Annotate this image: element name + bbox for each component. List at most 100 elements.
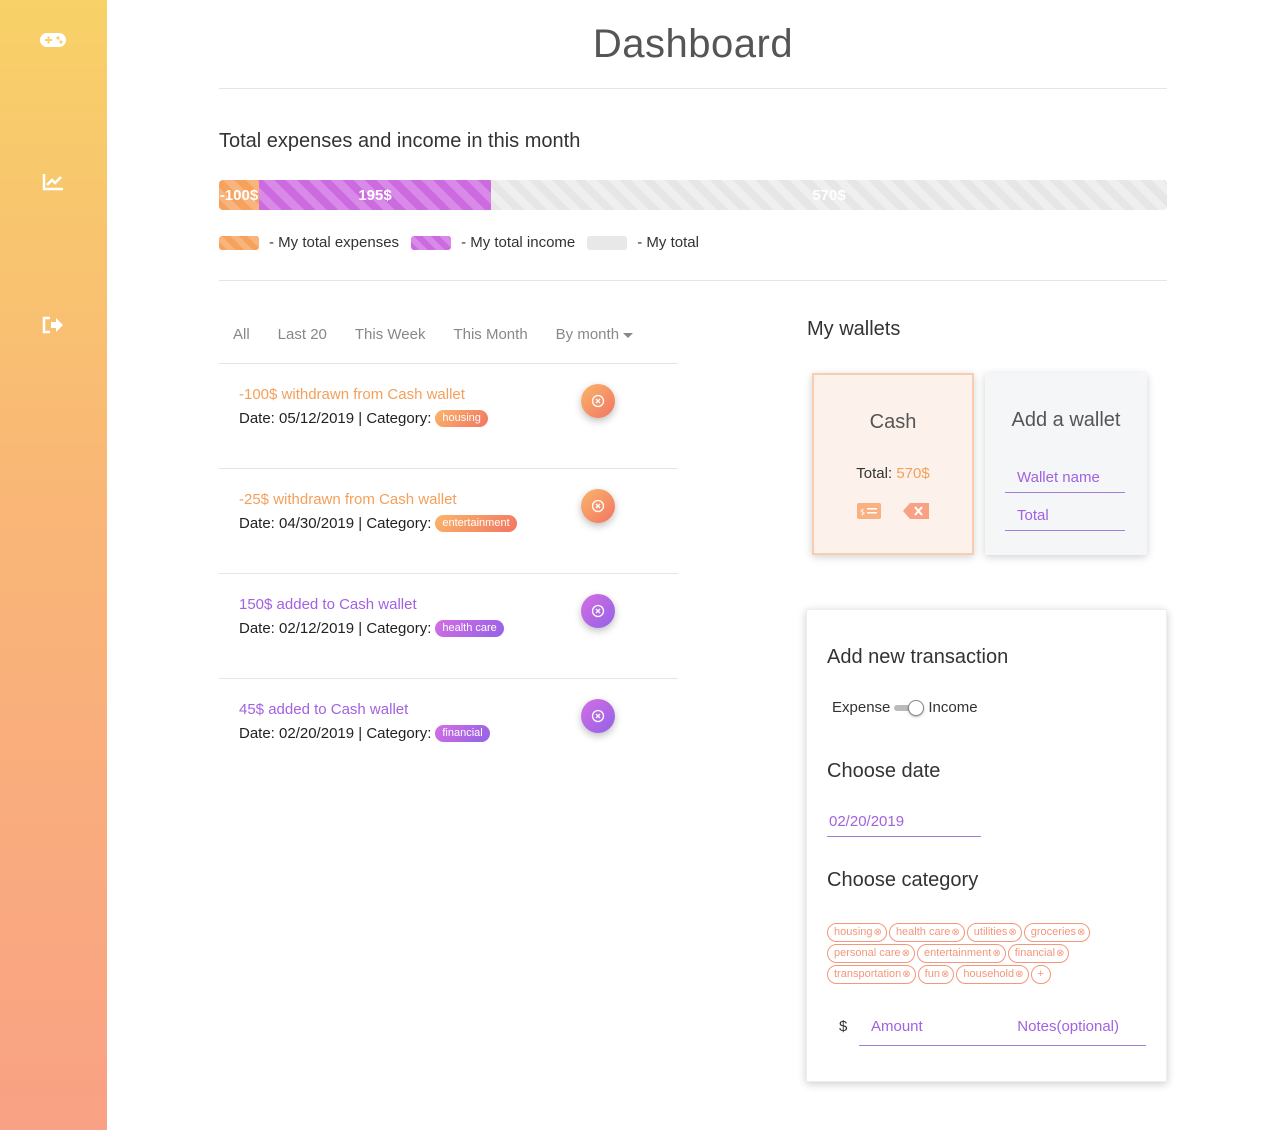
- close-circle-icon[interactable]: ⊗: [874, 927, 882, 938]
- tab-by-month[interactable]: By month: [542, 326, 647, 343]
- transaction-meta: Date: 02/12/2019 | Category: health care: [239, 620, 504, 637]
- category-badge: entertainment: [435, 515, 517, 532]
- category-chip[interactable]: financial⊗: [1007, 944, 1070, 963]
- wallet-name: Cash: [869, 411, 917, 433]
- delete-transaction-button[interactable]: [581, 699, 615, 733]
- category-chips: housing⊗ health care⊗ utilities⊗ groceri…: [827, 923, 1147, 984]
- close-circle-icon[interactable]: ⊗: [951, 927, 959, 938]
- category-chip[interactable]: housing⊗: [827, 923, 887, 942]
- close-circle-icon[interactable]: ⊗: [941, 969, 949, 980]
- choose-category-title: Choose category: [827, 869, 979, 891]
- transaction-item: -25$ withdrawn from Cash wallet Date: 04…: [219, 469, 678, 574]
- chip-label: personal care: [834, 947, 901, 959]
- close-circle-icon[interactable]: ⊗: [1056, 948, 1064, 959]
- wallet-total-value: 570$: [896, 465, 930, 482]
- legend-swatch-income: [411, 235, 452, 250]
- category-badge: health care: [435, 620, 504, 637]
- legend-label-expenses: - My total expenses: [269, 234, 400, 251]
- summary-progress-bar: -100$ 195$ 570$: [219, 180, 1167, 210]
- transaction-meta: Date: 04/30/2019 | Category: entertainme…: [239, 515, 517, 532]
- add-category-button[interactable]: +: [1030, 965, 1051, 984]
- legend-swatch-total: [587, 235, 628, 250]
- transaction-title: 45$ added to Cash wallet: [239, 701, 409, 718]
- legend-income: - My total income: [411, 234, 575, 251]
- tab-by-month-label: By month: [555, 326, 620, 343]
- close-circle-icon[interactable]: ⊗: [992, 948, 1000, 959]
- sign-out-icon[interactable]: [40, 315, 66, 335]
- form-title: Add new transaction: [827, 646, 1009, 668]
- transaction-item: 150$ added to Cash wallet Date: 02/12/20…: [219, 574, 678, 679]
- tab-all[interactable]: All: [219, 326, 264, 343]
- wallet-card-cash[interactable]: Cash Total: 570$ $: [812, 373, 974, 555]
- gamepad-icon[interactable]: [40, 30, 66, 50]
- transaction-type-toggle-row: Expense Income: [832, 699, 978, 716]
- transaction-meta: Date: 05/12/2019 | Category: housing: [239, 410, 488, 427]
- category-badge: housing: [435, 410, 488, 427]
- category-chip[interactable]: household⊗: [956, 965, 1029, 984]
- total-segment: 570$: [491, 180, 1167, 210]
- notes-input[interactable]: Notes(optional): [1017, 1018, 1146, 1035]
- close-circle-icon[interactable]: ⊗: [1015, 969, 1023, 980]
- page-title: Dashboard: [592, 22, 794, 66]
- income-label: Income: [928, 699, 978, 716]
- transaction-meta: Date: 02/20/2019 | Category: financial: [239, 725, 490, 742]
- wallets-title: My wallets: [807, 318, 901, 340]
- category-badge: financial: [435, 725, 490, 742]
- wallet-total-label: Total:: [856, 465, 893, 482]
- category-chip[interactable]: transportation⊗: [827, 965, 916, 984]
- close-circle-icon[interactable]: ⊗: [1077, 927, 1085, 938]
- toggle-knob: [908, 699, 925, 716]
- main-content: Dashboard Total expenses and income in t…: [219, 0, 1167, 1082]
- income-segment: 195$: [259, 180, 491, 210]
- close-circle-icon[interactable]: ⊗: [1008, 927, 1016, 938]
- delete-transaction-button[interactable]: [581, 489, 615, 523]
- transaction-date: Date: 05/12/2019 | Category:: [239, 410, 432, 427]
- category-chip[interactable]: health care⊗: [888, 923, 965, 942]
- choose-date-title: Choose date: [827, 760, 941, 782]
- category-chip[interactable]: entertainment⊗: [917, 944, 1006, 963]
- wallet-name-input[interactable]: Wallet name: [1005, 469, 1125, 493]
- tab-this-month[interactable]: This Month: [439, 326, 541, 343]
- transaction-title: 150$ added to Cash wallet: [239, 596, 417, 613]
- close-circle-icon[interactable]: ⊗: [902, 948, 910, 959]
- transaction-date: Date: 02/12/2019 | Category:: [239, 620, 432, 637]
- category-chip[interactable]: groceries⊗: [1023, 923, 1091, 942]
- caret-down-icon: [623, 332, 634, 338]
- transaction-item: 45$ added to Cash wallet Date: 02/20/201…: [219, 679, 678, 784]
- category-chip[interactable]: utilities⊗: [966, 923, 1022, 942]
- category-chip[interactable]: personal care⊗: [827, 944, 916, 963]
- tab-this-week[interactable]: This Week: [341, 326, 440, 343]
- close-circle-icon: [591, 709, 605, 723]
- money-bill-icon[interactable]: $: [857, 503, 881, 524]
- currency-symbol: $: [839, 1018, 848, 1035]
- add-wallet-card: Add a wallet Wallet name Total: [985, 373, 1147, 555]
- legend-total: - My total: [587, 234, 699, 251]
- delete-transaction-button[interactable]: [581, 594, 615, 628]
- chip-label: household: [963, 968, 1015, 980]
- category-chip[interactable]: fun⊗: [917, 965, 955, 984]
- chip-label: health care: [895, 926, 951, 938]
- chip-label: utilities: [973, 926, 1008, 938]
- chart-line-icon[interactable]: [40, 172, 66, 192]
- delete-transaction-button[interactable]: [581, 384, 615, 418]
- close-circle-icon: [591, 604, 605, 618]
- close-circle-icon[interactable]: ⊗: [902, 969, 910, 980]
- expense-label: Expense: [832, 699, 891, 716]
- transaction-title: -25$ withdrawn from Cash wallet: [239, 491, 457, 508]
- divider: [219, 88, 1167, 89]
- transaction-title: -100$ withdrawn from Cash wallet: [239, 386, 465, 403]
- transaction-filter-tabs: All Last 20 This Week This Month By mont…: [219, 326, 678, 343]
- progress-legend: - My total expenses - My total income - …: [219, 234, 711, 251]
- backspace-icon[interactable]: [903, 503, 929, 524]
- amount-notes-row: Amount Notes(optional): [859, 1018, 1146, 1046]
- chip-label: entertainment: [924, 947, 992, 959]
- amount-input[interactable]: Amount: [859, 1018, 923, 1035]
- svg-text:$: $: [860, 508, 865, 517]
- transaction-item: -100$ withdrawn from Cash wallet Date: 0…: [219, 364, 678, 469]
- date-input[interactable]: 02/20/2019: [827, 813, 981, 837]
- wallet-actions: $: [814, 503, 972, 524]
- tab-last-20[interactable]: Last 20: [264, 326, 341, 343]
- wallet-total-input[interactable]: Total: [1005, 507, 1125, 531]
- summary-title: Total expenses and income in this month: [219, 130, 581, 152]
- expense-income-toggle[interactable]: [894, 699, 925, 716]
